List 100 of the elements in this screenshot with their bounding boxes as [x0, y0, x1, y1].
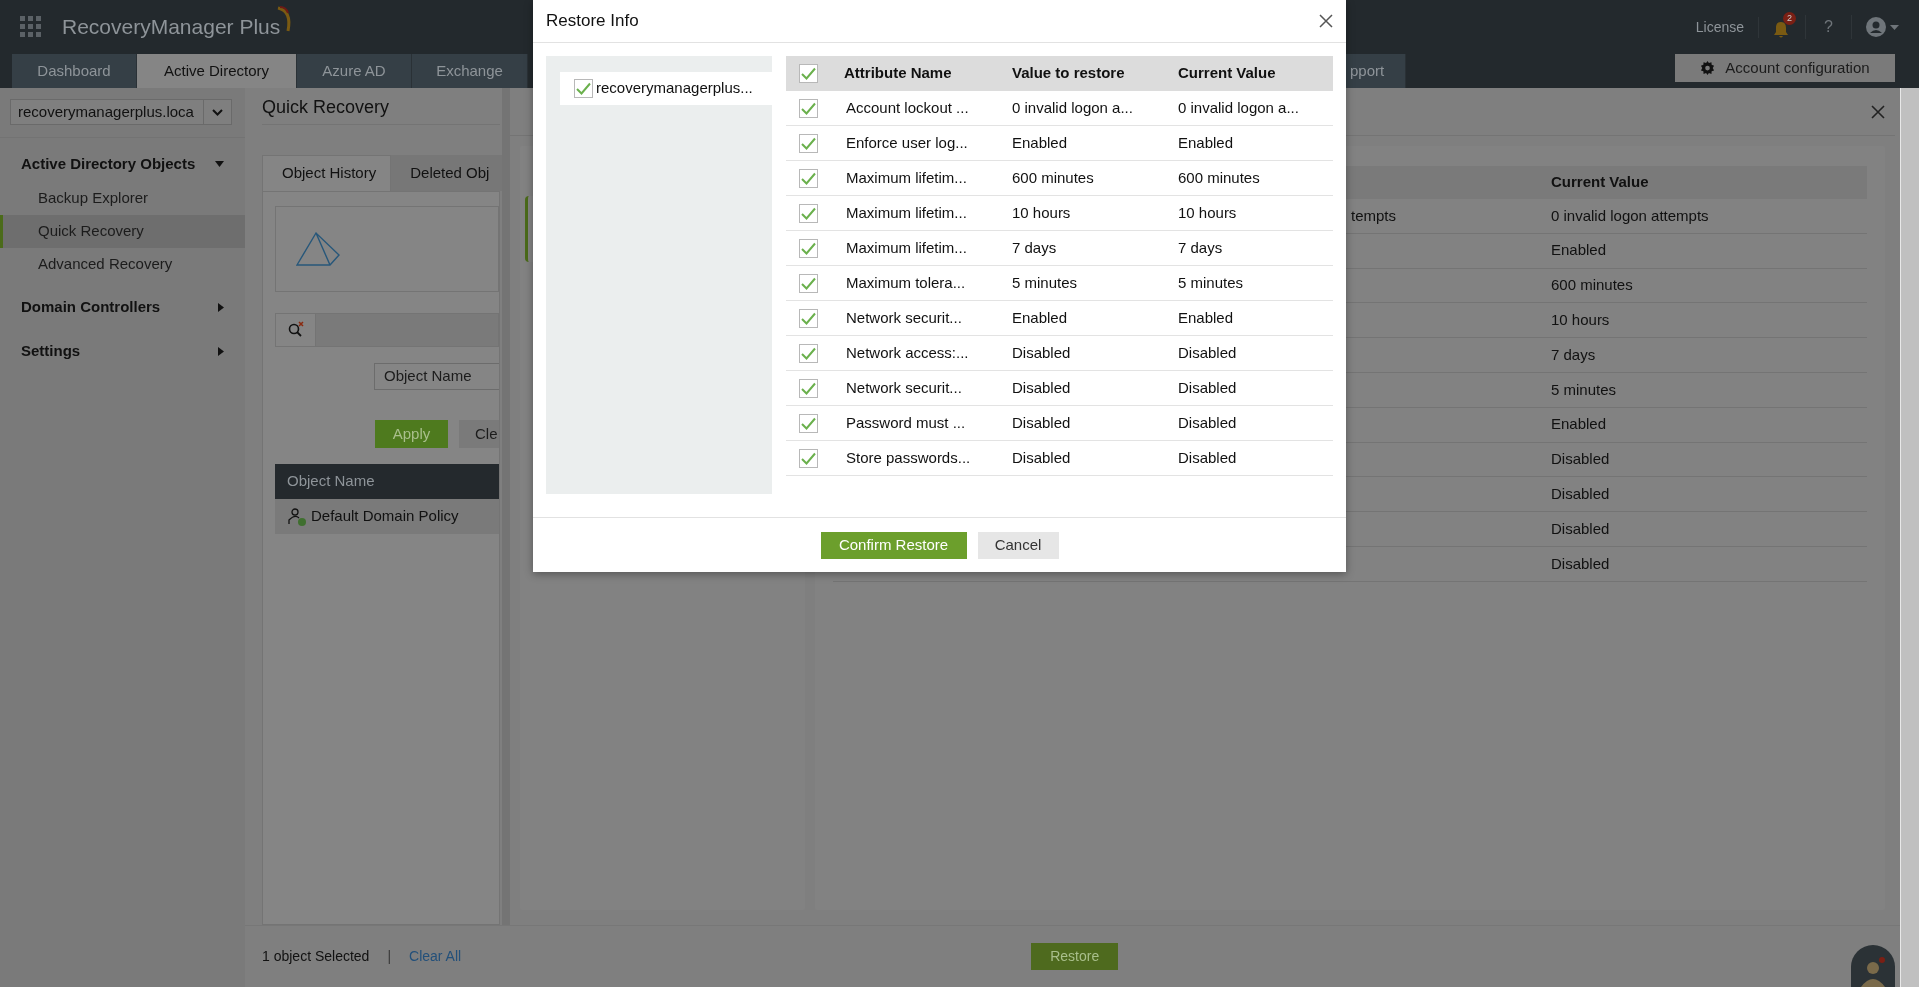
checkbox[interactable] — [799, 343, 818, 363]
column-header: Value to restore — [1012, 63, 1126, 84]
table-cell-text: 7 days — [1551, 344, 1596, 365]
table-cell-text: 7 days — [1012, 237, 1058, 258]
sidebar-item[interactable]: Quick Recovery — [0, 215, 245, 248]
checkbox[interactable] — [799, 64, 818, 83]
checkbox[interactable] — [799, 273, 818, 293]
clear-search-icon[interactable] — [286, 321, 305, 339]
app-grid-icon[interactable] — [20, 16, 42, 38]
app-logo-text: RecoveryManager Plus — [62, 14, 281, 41]
object-name-field[interactable]: Object Name — [374, 363, 499, 390]
table-cell-text: 10 hours — [1178, 202, 1237, 223]
page-title: Quick Recovery — [262, 90, 500, 125]
close-icon[interactable] — [1871, 104, 1885, 119]
caret-right-icon — [218, 346, 224, 356]
sidebar-section[interactable]: Active Directory Objects — [0, 146, 245, 182]
notification-button[interactable]: 2 — [1759, 12, 1806, 42]
checkbox[interactable] — [799, 203, 818, 223]
column-header: Current Value — [1178, 63, 1276, 84]
column-header: Current Value — [1551, 172, 1649, 193]
checkbox[interactable] — [799, 378, 818, 398]
cancel-button[interactable]: Cancel — [977, 531, 1059, 559]
table-cell-text: Store passwords... — [846, 447, 972, 468]
table-cell-text: Enabled — [1012, 307, 1069, 328]
sidebar-section[interactable]: Settings — [0, 333, 245, 369]
nav-tab[interactable]: Active Directory — [137, 54, 297, 88]
checkbox[interactable] — [574, 79, 593, 98]
table-cell-text: Disabled — [1551, 518, 1610, 539]
table-cell-text: Enforce user log... — [846, 132, 969, 153]
nav-tab[interactable]: Azure AD — [297, 54, 412, 88]
support-agent-icon — [1860, 957, 1886, 987]
bell-icon — [1773, 21, 1790, 39]
confirm-restore-button[interactable]: Confirm Restore — [820, 531, 967, 559]
table-cell-text: Disabled — [1178, 412, 1237, 433]
sidebar-section[interactable]: Domain Controllers — [0, 289, 245, 325]
table-cell-text: Disabled — [1178, 377, 1237, 398]
table-cell-text: tempts — [1351, 205, 1397, 226]
checkbox[interactable] — [799, 448, 818, 468]
table-header: Object Name — [275, 464, 499, 499]
table-cell-text: 0 invalid logon a... — [1178, 97, 1299, 118]
checkbox[interactable] — [799, 98, 818, 118]
sidebar-item[interactable]: Advanced Recovery — [0, 248, 245, 281]
table-cell-text: Disabled — [1012, 377, 1072, 398]
table-cell-text: Disabled — [1012, 342, 1072, 363]
table-cell-text: 7 days — [1178, 237, 1223, 258]
table-cell-text: Network securit... — [846, 307, 963, 328]
table-cell-text: Maximum lifetim... — [846, 167, 968, 188]
table-cell-text: Maximum tolera... — [846, 272, 967, 293]
object-list-item[interactable]: recoverymanagerplus... — [560, 72, 772, 105]
nav-tab[interactable]: Exchange — [412, 54, 528, 88]
group-policy-user-icon — [287, 506, 307, 527]
separator-text: | — [387, 947, 392, 966]
checkbox[interactable] — [799, 308, 818, 328]
account-configuration-button[interactable]: Account configuration — [1675, 54, 1895, 82]
apply-button[interactable]: Apply — [375, 420, 448, 448]
table-cell-text: 0 invalid logon attempts — [1551, 205, 1709, 226]
table-cell-text: Enabled — [1012, 132, 1069, 153]
caret-right-icon — [218, 302, 224, 312]
chevron-down-icon — [212, 108, 223, 116]
checkbox[interactable] — [799, 133, 818, 153]
pyramid-icon — [296, 231, 340, 267]
table-cell-text: Disabled — [1551, 484, 1610, 504]
table-cell-text: Account lockout ... — [846, 97, 970, 118]
table-cell-text: Disabled — [1178, 342, 1237, 363]
checkbox[interactable] — [799, 238, 818, 258]
license-link[interactable]: License — [1681, 16, 1760, 38]
table-cell-text: Enabled — [1178, 307, 1234, 328]
nav-tab[interactable]: Dashboard — [12, 54, 137, 88]
clear-button[interactable]: Cle — [459, 420, 499, 448]
table-cell-text: Password must ... — [846, 412, 967, 433]
nav-tab[interactable]: pport — [1346, 54, 1406, 88]
selected-count: 1 object Selected — [262, 947, 370, 966]
user-avatar-icon — [1866, 17, 1886, 37]
restore-button[interactable]: Restore — [1031, 943, 1119, 970]
close-icon[interactable] — [1319, 14, 1333, 28]
table-cell-text: Maximum lifetim... — [846, 237, 968, 258]
table-cell-text: 5 minutes — [1178, 272, 1244, 293]
table-cell-text: Disabled — [1012, 412, 1072, 433]
checkbox[interactable] — [799, 413, 818, 433]
checkbox[interactable] — [799, 168, 818, 188]
table-cell-text: Enabled — [1551, 414, 1607, 435]
caret-down-icon — [215, 161, 224, 167]
column-header: Attribute Name — [844, 63, 953, 84]
table-cell-text: 5 minutes — [1551, 379, 1617, 400]
object-row[interactable]: Default Domain Policy — [275, 499, 499, 534]
table-cell-text: 5 minutes — [1012, 272, 1079, 293]
clear-all-link[interactable]: Clear All — [409, 946, 462, 967]
table-cell-text: 600 minutes — [1178, 167, 1260, 188]
table-cell-text: 10 hours — [1012, 202, 1072, 223]
table-cell-text: 600 minutes — [1012, 167, 1095, 188]
table-cell-text: 600 minutes — [1551, 275, 1633, 296]
help-link[interactable]: ? — [1805, 15, 1852, 39]
caret-icon — [1890, 24, 1899, 30]
table-cell-text: Enabled — [1551, 240, 1607, 261]
domain-select[interactable]: recoverymanagerplus.loca — [10, 99, 232, 125]
table-cell-text: Network securit... — [846, 377, 963, 398]
content-tab[interactable]: Object History — [262, 155, 392, 191]
content-tab[interactable]: Deleted Obj — [391, 155, 504, 191]
dialog-title: Restore Info — [546, 10, 640, 33]
sidebar-item[interactable]: Backup Explorer — [0, 182, 245, 215]
